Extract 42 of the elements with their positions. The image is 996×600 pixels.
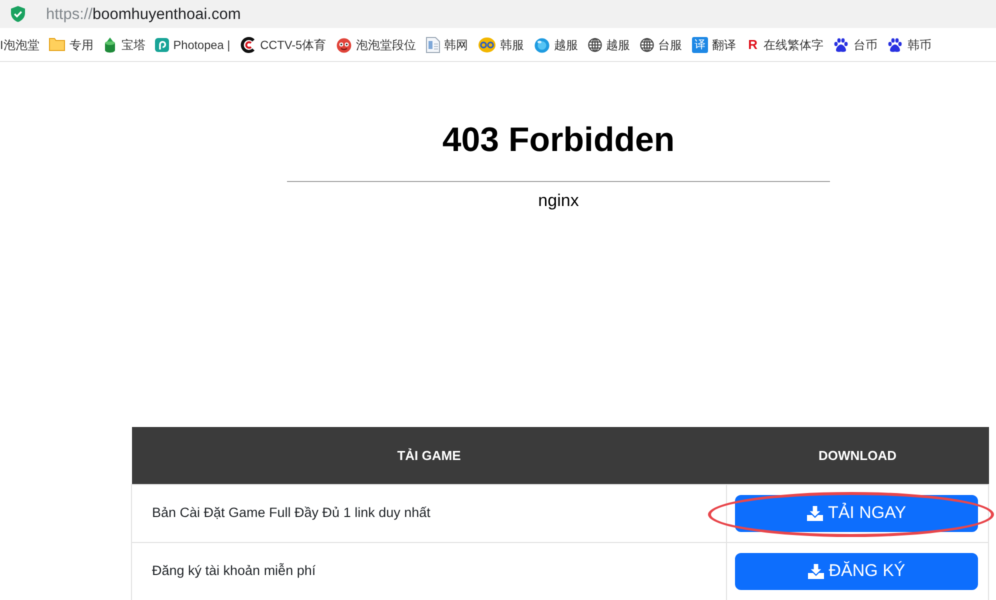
- letter-icon: R: [746, 36, 760, 52]
- server-name: nginx: [538, 190, 579, 212]
- bookmark-link[interactable]: CCTV-5体育: [240, 36, 326, 52]
- column-header: DOWNLOAD: [726, 427, 988, 484]
- bookmark-link[interactable]: 韩网: [426, 36, 468, 52]
- spiral-tile-icon: [155, 38, 170, 52]
- bookmark-link[interactable]: R 在线繁体字: [746, 36, 824, 52]
- table-cell: Đăng ký tài khoản miễn phí: [132, 542, 726, 600]
- emblem-icon: [478, 36, 496, 52]
- bookmark-link[interactable]: 越服: [534, 36, 578, 52]
- bookmark-link[interactable]: 宝塔: [103, 36, 146, 52]
- download-button[interactable]: TẢI NGAY: [735, 494, 978, 532]
- bookmark-link[interactable]: Photopea |: [155, 36, 230, 52]
- cartoon-face-icon: [336, 36, 352, 52]
- paw-icon: [833, 36, 850, 52]
- folder-icon: [49, 38, 66, 51]
- bookmark-link[interactable]: 台服: [640, 36, 682, 52]
- globe-icon: [640, 38, 654, 52]
- download-icon: [806, 506, 823, 520]
- paw-icon: [887, 36, 904, 52]
- column-header: TẢI GAME: [132, 427, 726, 484]
- bookmark-link[interactable]: I泡泡堂: [0, 36, 40, 52]
- address-bar[interactable]: https://boomhuyenthoai.com: [0, 0, 996, 28]
- download-button[interactable]: ĐĂNG KÝ: [735, 552, 978, 590]
- shield-check-icon: [11, 6, 25, 22]
- cylinder-icon: [103, 36, 118, 52]
- download-icon: [808, 564, 824, 578]
- table-cell: Bản Cài Đặt Game Full Đầy Đủ 1 link duy nhất: [132, 484, 726, 542]
- error-heading: 403 Forbidden: [442, 121, 675, 159]
- globe-icon: [588, 38, 602, 52]
- bookmark-link[interactable]: 韩币: [887, 36, 932, 52]
- bookmark-link[interactable]: 韩服: [478, 36, 524, 52]
- url-text: https://boomhuyenthoai.com: [46, 4, 241, 24]
- arc-logo-icon: [240, 36, 256, 52]
- bookmark-link[interactable]: 台币: [833, 36, 878, 52]
- bookmark-link[interactable]: 越服: [588, 36, 630, 52]
- ball-icon: [534, 36, 550, 52]
- char-tile-icon: 译: [692, 36, 708, 52]
- bookmark-link[interactable]: 泡泡堂段位: [336, 36, 416, 52]
- bookmark-link[interactable]: 专用: [49, 36, 94, 52]
- document-icon: [426, 36, 440, 52]
- bookmark-link[interactable]: 译 翻译: [692, 36, 736, 52]
